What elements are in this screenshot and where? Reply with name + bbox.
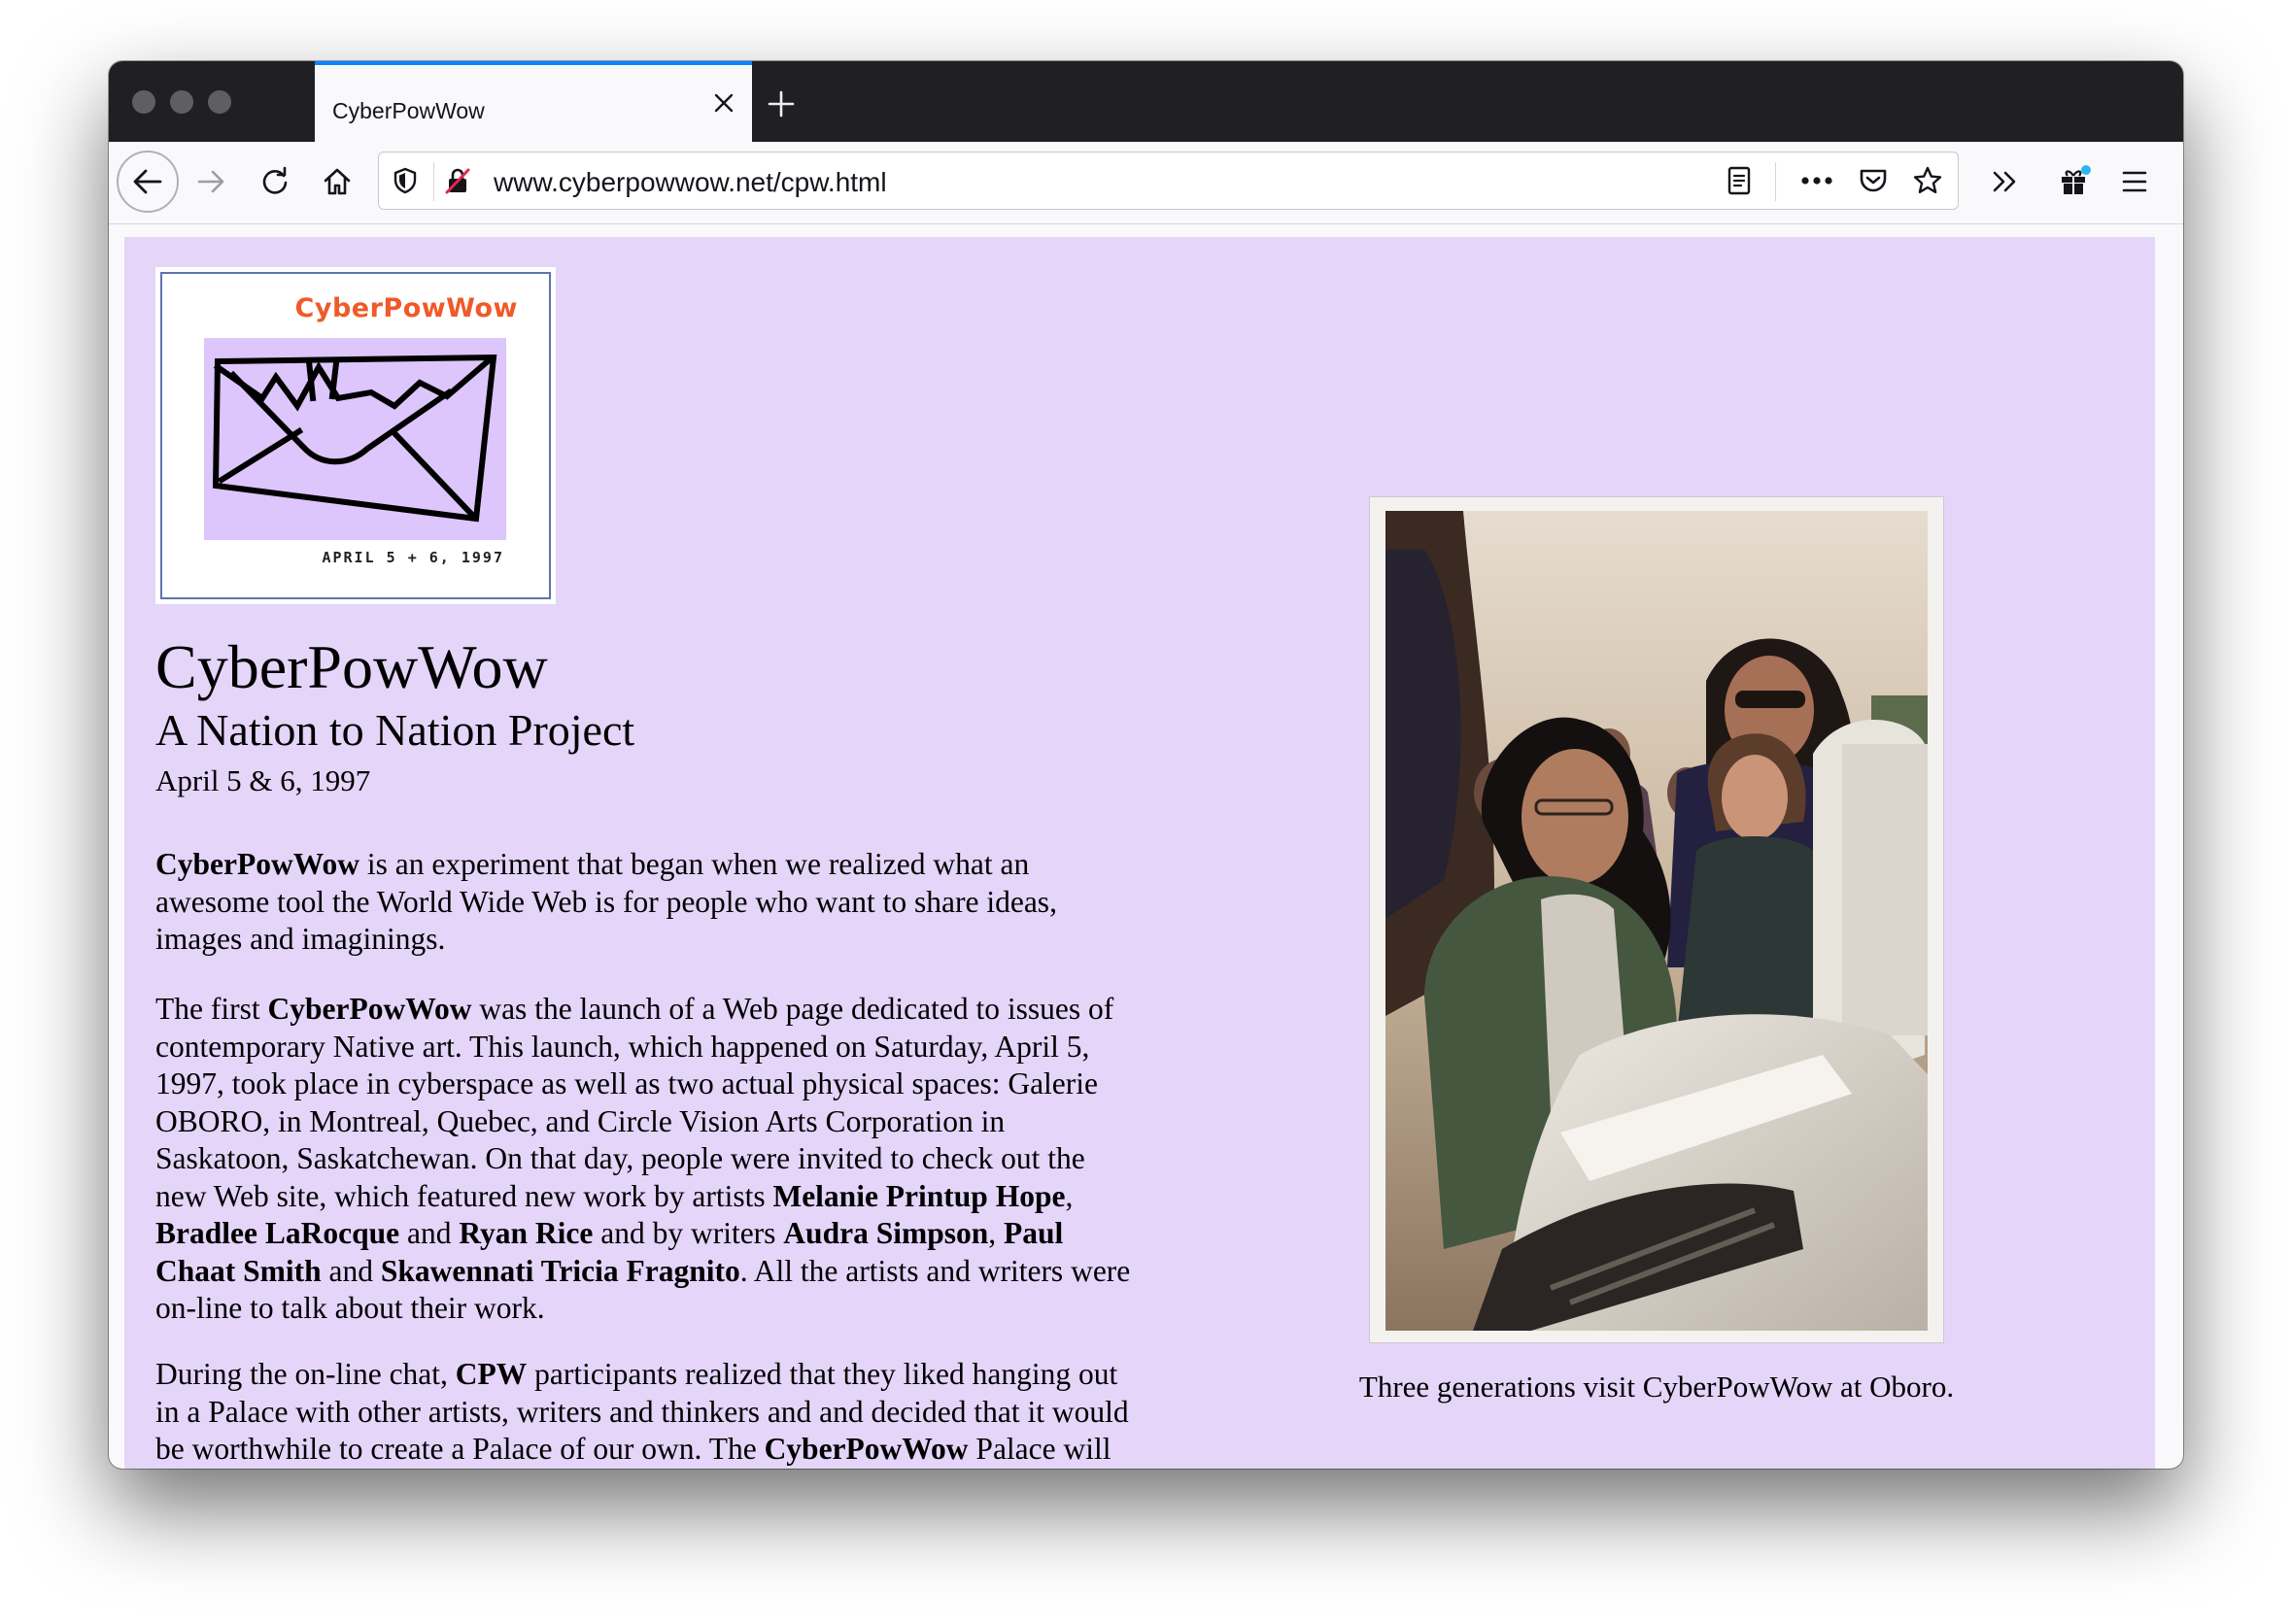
bookmark-star-icon[interactable]	[1911, 164, 1944, 197]
intro-paragraph: CyberPowWow is an experiment that began …	[155, 846, 1132, 959]
home-icon	[324, 168, 351, 195]
reader-view-icon[interactable]	[1723, 164, 1756, 197]
writer-name: Skawennati Tricia Fragnito	[380, 1253, 740, 1288]
paragraph-text: The first	[155, 992, 268, 1026]
event-date: April 5 & 6, 1997	[155, 763, 371, 797]
writer-name: Audra Simpson	[783, 1216, 989, 1250]
gift-icon	[2062, 165, 2091, 195]
artist-name: Bradlee LaRocque	[155, 1216, 400, 1250]
three-generations-photo	[1385, 511, 1928, 1331]
logo-title: CyberPowWow	[294, 293, 518, 323]
artist-name: Ryan Rice	[459, 1216, 594, 1250]
shield-icon[interactable]	[389, 164, 422, 197]
logo-drawing	[204, 338, 506, 540]
photo-image	[1385, 511, 1928, 1331]
envelope-drawing-icon	[212, 354, 497, 523]
plus-icon	[768, 90, 795, 118]
paragraph-text: During the on-line chat,	[155, 1357, 456, 1391]
whats-new-button[interactable]	[2053, 160, 2096, 203]
bold-text: CyberPowWow	[267, 992, 472, 1026]
insecure-lock-icon[interactable]	[441, 164, 474, 197]
paragraph-text: and	[399, 1216, 460, 1250]
bold-text: CPW	[455, 1357, 528, 1391]
bold-text: CyberPowWow	[155, 847, 359, 881]
home-button[interactable]	[316, 160, 359, 203]
new-tab-button[interactable]	[762, 85, 801, 123]
maximize-window-dot[interactable]	[208, 90, 231, 114]
close-window-dot[interactable]	[132, 90, 155, 114]
back-button[interactable]	[117, 151, 179, 213]
oboro-photo	[1370, 497, 1943, 1342]
browser-window: CyberPowWow www.cyberpowwow.net/cpw.html…	[109, 61, 2183, 1469]
more-actions-icon[interactable]	[1800, 164, 1833, 197]
paragraph-text: and by writers	[593, 1216, 784, 1250]
reload-button[interactable]	[254, 160, 296, 203]
close-icon[interactable]	[709, 88, 738, 118]
tab-strip: CyberPowWow	[109, 61, 2183, 142]
reload-icon	[262, 166, 288, 194]
minimize-window-dot[interactable]	[170, 90, 193, 114]
paragraph-text: ,	[988, 1216, 1004, 1250]
tab-title: CyberPowWow	[332, 98, 485, 123]
page-content: CyberPowWow APRIL 5 + 6, 1997 CyberPowWo…	[124, 237, 2155, 1469]
logo-border: CyberPowWow APRIL 5 + 6, 1997	[160, 272, 551, 599]
url-text[interactable]: www.cyberpowwow.net/cpw.html	[494, 167, 887, 198]
url-divider	[433, 162, 434, 201]
page-title: CyberPowWow	[155, 632, 548, 701]
navigation-toolbar: www.cyberpowwow.net/cpw.html	[109, 142, 2183, 224]
paragraph-text: and	[321, 1253, 381, 1288]
app-menu-button[interactable]	[2113, 160, 2156, 203]
launch-paragraph: The first CyberPowWow was the launch of …	[155, 991, 1132, 1328]
photo-caption: Three generations visit CyberPowWow at O…	[1358, 1370, 1955, 1404]
forward-arrow-icon	[197, 170, 224, 193]
overflow-button[interactable]	[1983, 160, 2026, 203]
artist-name: Melanie Printup Hope	[772, 1178, 1066, 1213]
window-controls	[132, 90, 231, 114]
chat-paragraph: During the on-line chat, CPW participant…	[155, 1356, 1132, 1469]
cyberpowwow-logo: CyberPowWow APRIL 5 + 6, 1997	[155, 267, 556, 604]
url-divider-2	[1775, 162, 1776, 201]
forward-button[interactable]	[190, 160, 233, 203]
logo-date: APRIL 5 + 6, 1997	[322, 549, 504, 566]
address-bar[interactable]: www.cyberpowwow.net/cpw.html	[378, 152, 1959, 210]
pocket-icon[interactable]	[1857, 164, 1890, 197]
active-tab[interactable]: CyberPowWow	[315, 61, 752, 142]
page-subtitle: A Nation to Nation Project	[155, 705, 635, 755]
paragraph-text: ,	[1065, 1178, 1074, 1213]
overflow-chevron-icon	[1993, 171, 2016, 192]
bold-text: CyberPowWow	[764, 1432, 969, 1466]
hamburger-menu-icon	[2122, 171, 2147, 192]
back-arrow-icon	[133, 169, 162, 194]
